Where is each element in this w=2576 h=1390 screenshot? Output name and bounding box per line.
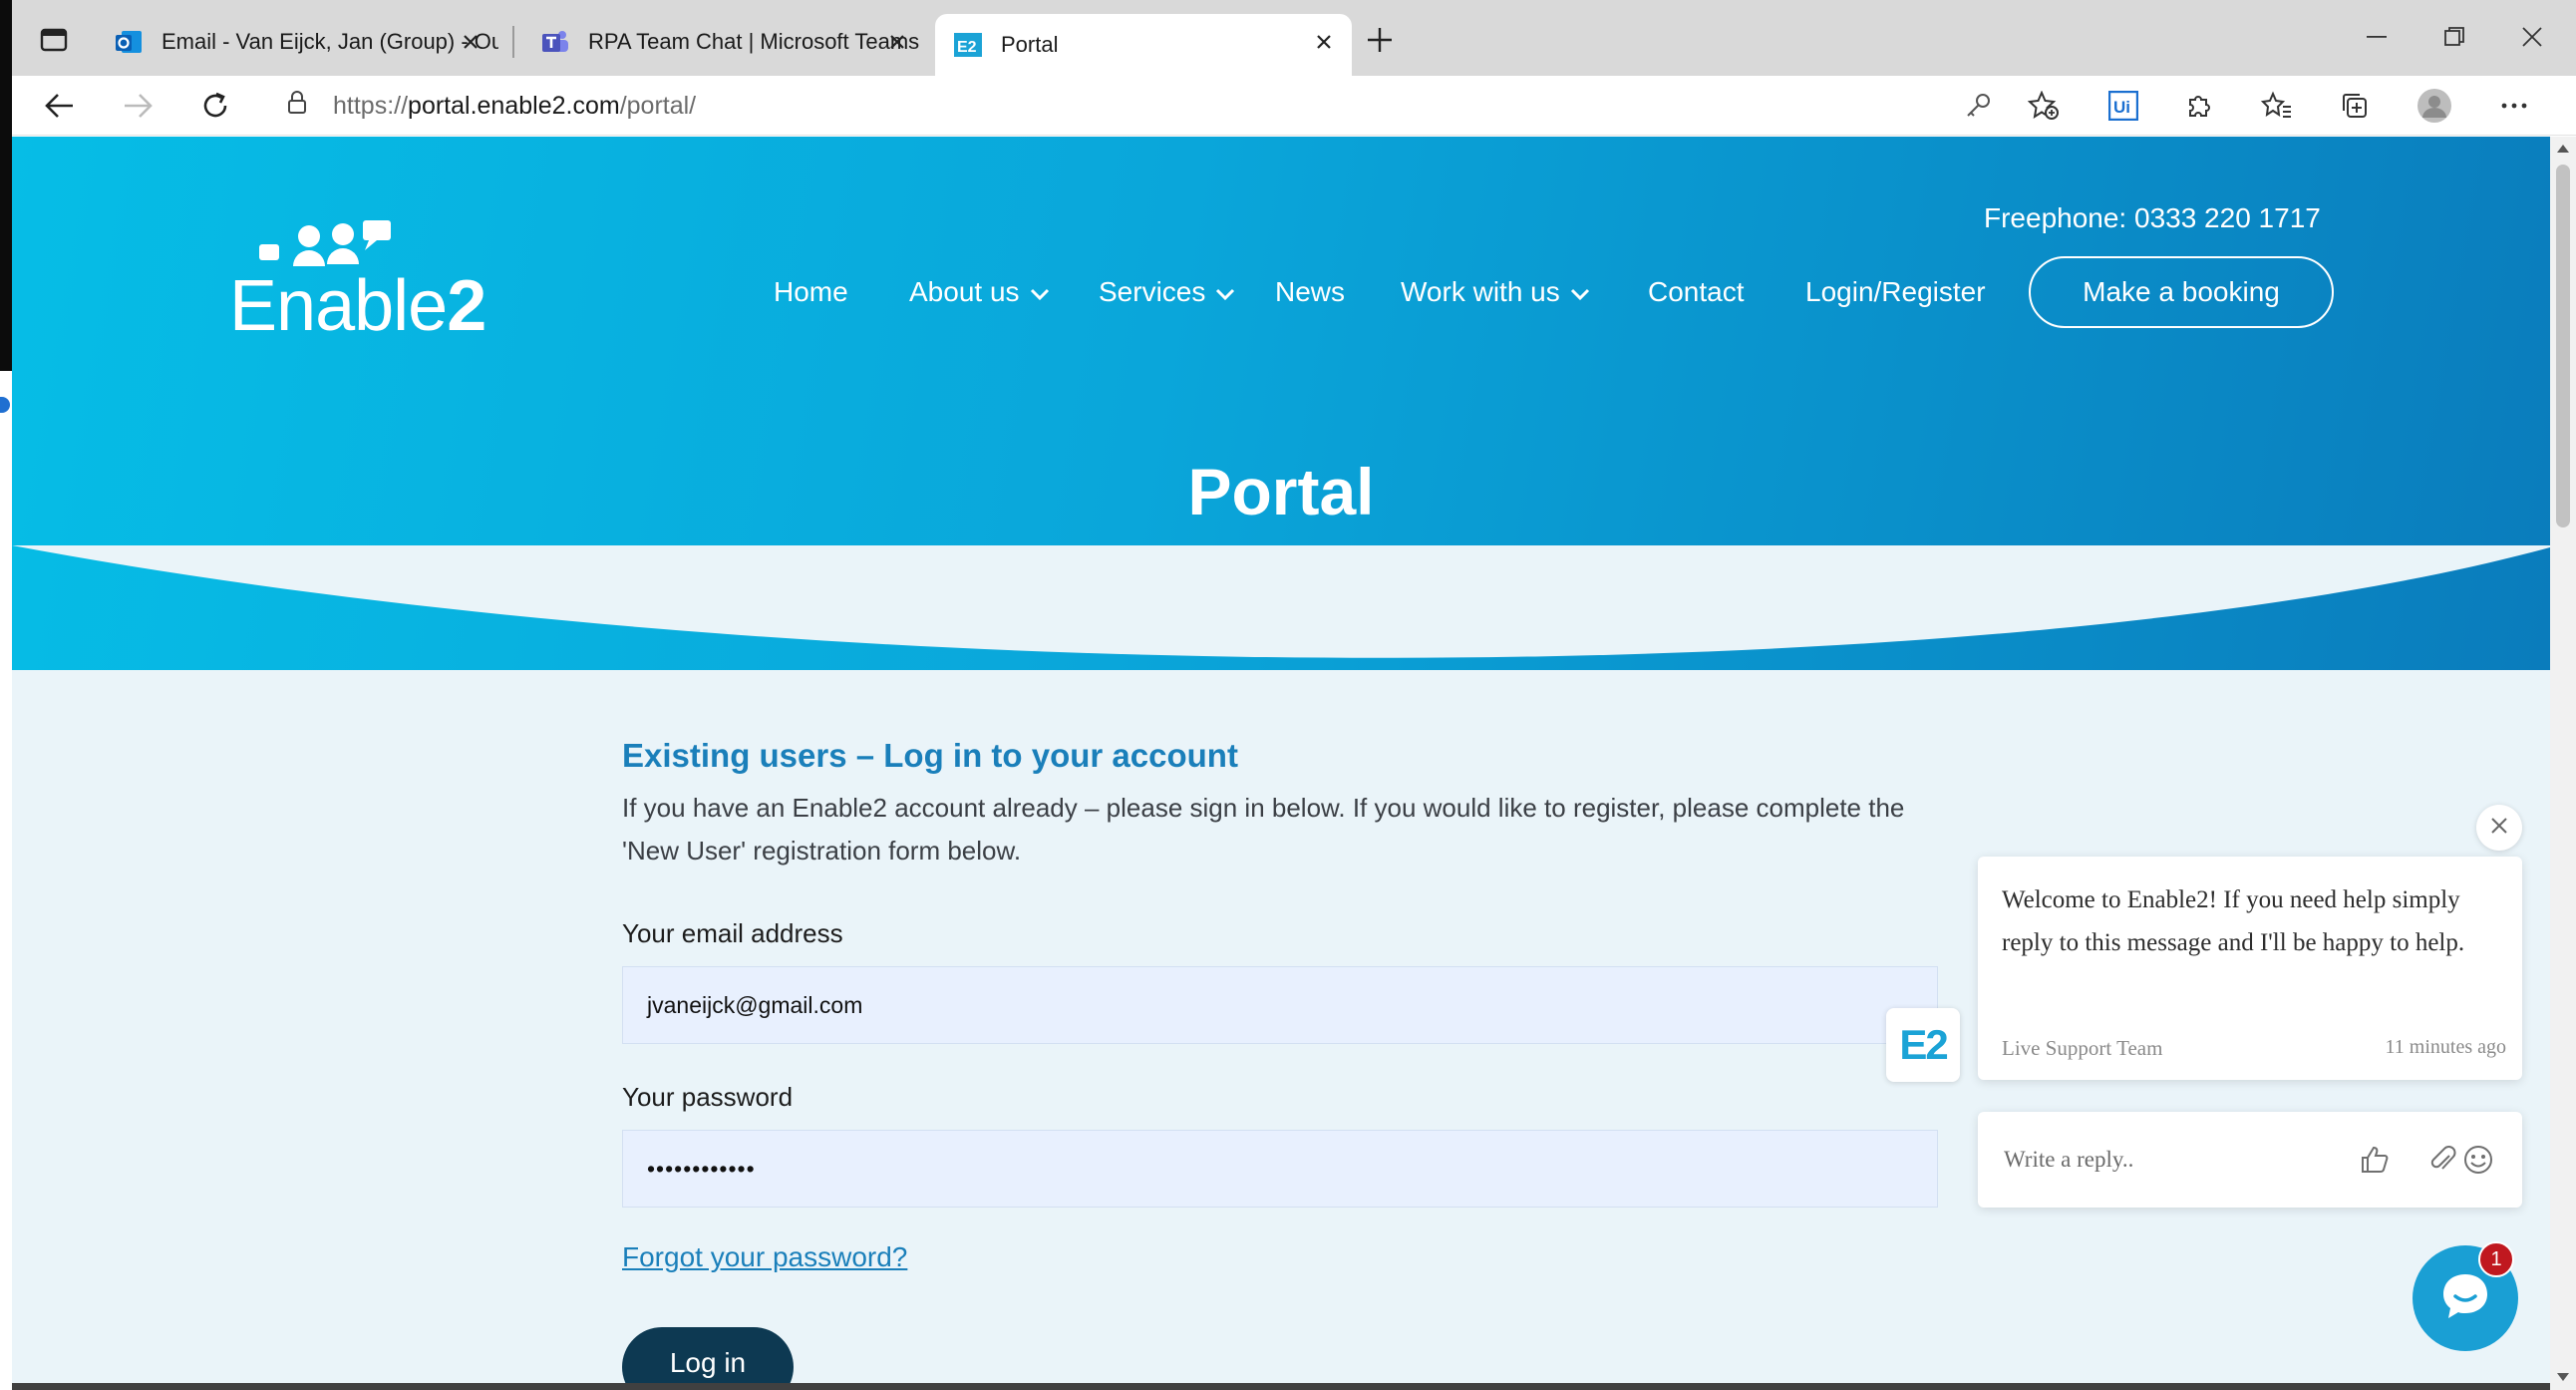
close-tab-icon[interactable] — [455, 26, 486, 58]
freephone-number[interactable]: Freephone: 0333 220 1717 — [1984, 202, 2321, 234]
url-path: /portal/ — [619, 91, 697, 120]
chat-bubble-icon — [2437, 1268, 2493, 1329]
favorites-icon[interactable] — [2253, 84, 2301, 128]
chat-reply-input[interactable] — [2002, 1138, 2341, 1182]
scroll-up-icon[interactable] — [2555, 141, 2571, 157]
page-viewport: Enable2 Freephone: 0333 220 1717 Home Ab… — [12, 137, 2550, 1390]
extensions-icon[interactable] — [2175, 84, 2223, 128]
chevron-down-icon — [1030, 276, 1050, 308]
nav-home[interactable]: Home — [774, 276, 848, 308]
back-icon[interactable] — [36, 84, 84, 128]
nav-label: Home — [774, 276, 848, 307]
enable2-logo[interactable]: Enable2 — [229, 220, 488, 350]
logo-text-left: Enable — [229, 266, 448, 346]
nav-label: Login/Register — [1805, 276, 1986, 307]
browser-tab-bar: Email - Van Eijck, Jan (Group) - Outlook… — [0, 0, 2576, 76]
page-scrollbar[interactable] — [2550, 137, 2576, 1390]
new-tab-icon[interactable] — [1356, 18, 1404, 62]
tab-actions-icon[interactable] — [30, 20, 78, 60]
thumbs-up-icon[interactable] — [2355, 1140, 2395, 1180]
nav-label: About us — [909, 276, 1020, 307]
logo-text: Enable2 — [229, 270, 486, 342]
nav-work-with-us[interactable]: Work with us — [1401, 276, 1590, 308]
forward-icon[interactable] — [114, 84, 161, 128]
nav-label: Services — [1099, 276, 1206, 307]
refresh-icon[interactable] — [191, 84, 239, 128]
close-window-icon[interactable] — [2494, 14, 2570, 60]
chat-message-card[interactable]: Welcome to Enable2! If you need help sim… — [1978, 857, 2522, 1080]
make-a-booking-button[interactable]: Make a booking — [2029, 256, 2334, 328]
minimize-icon[interactable] — [2339, 14, 2415, 60]
nav-login-register[interactable]: Login/Register — [1805, 276, 1986, 308]
address-bar[interactable]: https:// portal.enable2.com /portal/ — [263, 80, 2002, 132]
nav-contact[interactable]: Contact — [1648, 276, 1745, 308]
attachment-icon[interactable] — [2422, 1140, 2462, 1180]
tab-teams[interactable]: RPA Team Chat | Microsoft Teams — [522, 14, 925, 70]
nav-news[interactable]: News — [1275, 276, 1345, 308]
outlook-icon — [114, 27, 144, 57]
add-favorite-icon[interactable] — [2020, 84, 2068, 128]
tab-portal[interactable]: E2 Portal — [935, 14, 1352, 76]
emoji-icon[interactable] — [2458, 1140, 2498, 1180]
lock-icon — [287, 90, 307, 122]
chevron-down-icon — [1570, 276, 1590, 308]
page-title: Portal — [1187, 455, 1375, 528]
chat-close-button[interactable] — [2476, 805, 2522, 851]
tab-title: Email - Van Eijck, Jan (Group) - Outlook — [161, 29, 498, 54]
password-field[interactable]: •••••••••••• — [622, 1130, 1938, 1208]
close-icon — [2490, 817, 2508, 840]
login-intro: If you have an Enable2 account already –… — [622, 793, 1905, 866]
chat-timestamp: 11 minutes ago — [2385, 1036, 2506, 1058]
tab-outlook[interactable]: Email - Van Eijck, Jan (Group) - Outlook — [96, 14, 498, 70]
more-options-icon[interactable] — [2490, 84, 2538, 128]
tab-title: Portal — [1001, 32, 1059, 57]
close-tab-icon[interactable] — [881, 26, 913, 58]
login-heading: Existing users – Log in to your account — [622, 737, 1238, 774]
scroll-thumb[interactable] — [2556, 165, 2570, 527]
svg-text:E2: E2 — [957, 39, 977, 56]
unread-badge: 1 — [2478, 1241, 2514, 1277]
chat-reply-box — [1978, 1112, 2522, 1208]
email-field[interactable]: jvaneijck@gmail.com — [622, 966, 1938, 1044]
enable2-icon: E2 — [953, 30, 983, 60]
desktop-edge — [0, 0, 12, 371]
tab-separator — [512, 26, 514, 58]
svg-text:Ui: Ui — [2113, 98, 2130, 117]
forgot-password-link[interactable]: Forgot your password? — [622, 1241, 907, 1273]
browser-toolbar: https:// portal.enable2.com /portal/ Ui — [0, 76, 2576, 136]
email-label: Your email address — [622, 918, 843, 948]
chevron-down-icon — [1215, 276, 1235, 308]
taskbar-edge — [12, 1383, 2550, 1390]
password-key-icon[interactable] — [1954, 84, 2002, 128]
login-button[interactable]: Log in — [622, 1327, 794, 1390]
chat-sender: Live Support Team — [2002, 1036, 2163, 1060]
tab-title: RPA Team Chat | Microsoft Teams — [588, 29, 920, 54]
help-indicator — [0, 397, 10, 413]
teams-icon — [540, 27, 570, 57]
hero-curve — [12, 545, 2550, 658]
password-label: Your password — [622, 1082, 794, 1112]
nav-services[interactable]: Services — [1099, 276, 1235, 308]
chat-avatar: E2 — [1886, 1008, 1960, 1082]
scroll-down-icon[interactable] — [2555, 1369, 2571, 1385]
nav-about-us[interactable]: About us — [909, 276, 1050, 308]
url-prefix: https:// — [333, 91, 409, 120]
uipath-extension-icon[interactable]: Ui — [2099, 84, 2147, 128]
logo-text-right: 2 — [447, 266, 486, 346]
close-tab-icon[interactable] — [1308, 26, 1340, 58]
nav-label: Work with us — [1401, 276, 1560, 307]
url-host: portal.enable2.com — [408, 91, 620, 120]
nav-label: News — [1275, 276, 1346, 307]
profile-avatar-icon[interactable] — [2411, 84, 2458, 128]
nav-label: Contact — [1648, 276, 1745, 307]
collections-icon[interactable] — [2331, 84, 2379, 128]
restore-icon[interactable] — [2416, 14, 2492, 60]
chat-message: Welcome to Enable2! If you need help sim… — [2002, 886, 2465, 956]
